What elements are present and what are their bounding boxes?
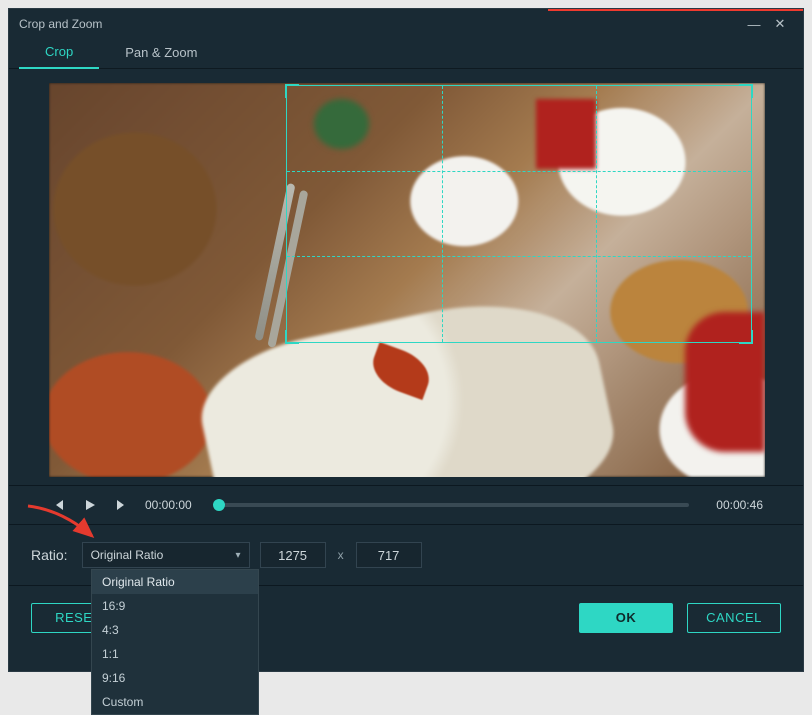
minimize-button[interactable]: — — [741, 17, 767, 32]
ratio-option[interactable]: 4:3 — [92, 618, 258, 642]
ratio-select[interactable]: Original Ratio ▾ — [82, 542, 250, 568]
dimension-x: x — [336, 548, 346, 562]
playhead[interactable] — [213, 499, 225, 511]
ratio-option[interactable]: 1:1 — [92, 642, 258, 666]
time-current: 00:00:00 — [145, 498, 205, 512]
titlebar: Crop and Zoom — ✕ — [9, 9, 803, 39]
ratio-option[interactable]: Custom — [92, 690, 258, 714]
ratio-option[interactable]: 9:16 — [92, 666, 258, 690]
tab-bar: Crop Pan & Zoom — [9, 39, 803, 69]
ratio-row: Ratio: Original Ratio ▾ 1275 x 717 Origi… — [9, 525, 803, 585]
cancel-button[interactable]: CANCEL — [687, 603, 781, 633]
timeline[interactable] — [219, 503, 689, 507]
close-button[interactable]: ✕ — [767, 16, 793, 32]
playback-bar: 00:00:00 00:00:46 — [9, 485, 803, 525]
time-total: 00:00:46 — [703, 498, 763, 512]
ratio-select-value: Original Ratio — [91, 548, 164, 562]
tab-crop[interactable]: Crop — [19, 38, 99, 69]
ratio-option[interactable]: 16:9 — [92, 594, 258, 618]
window-title: Crop and Zoom — [19, 17, 102, 31]
ratio-label: Ratio: — [31, 547, 68, 563]
tab-pan-zoom[interactable]: Pan & Zoom — [99, 39, 223, 68]
crop-height-input[interactable]: 717 — [356, 542, 422, 568]
ratio-option[interactable]: Original Ratio — [92, 570, 258, 594]
ok-button[interactable]: OK — [579, 603, 673, 633]
crop-width-input[interactable]: 1275 — [260, 542, 326, 568]
video-preview[interactable] — [49, 83, 765, 477]
chevron-down-icon: ▾ — [236, 550, 241, 561]
next-frame-button[interactable] — [113, 496, 131, 514]
crop-handle-bl[interactable] — [285, 330, 299, 344]
crop-rectangle[interactable] — [286, 85, 752, 343]
crop-handle-br[interactable] — [739, 330, 753, 344]
ratio-dropdown: Original Ratio 16:9 4:3 1:1 9:16 Custom — [91, 569, 259, 715]
prev-frame-button[interactable] — [49, 496, 67, 514]
play-button[interactable] — [81, 496, 99, 514]
crop-handle-tl[interactable] — [285, 84, 299, 98]
accent-bar — [548, 9, 803, 11]
crop-handle-tr[interactable] — [739, 84, 753, 98]
